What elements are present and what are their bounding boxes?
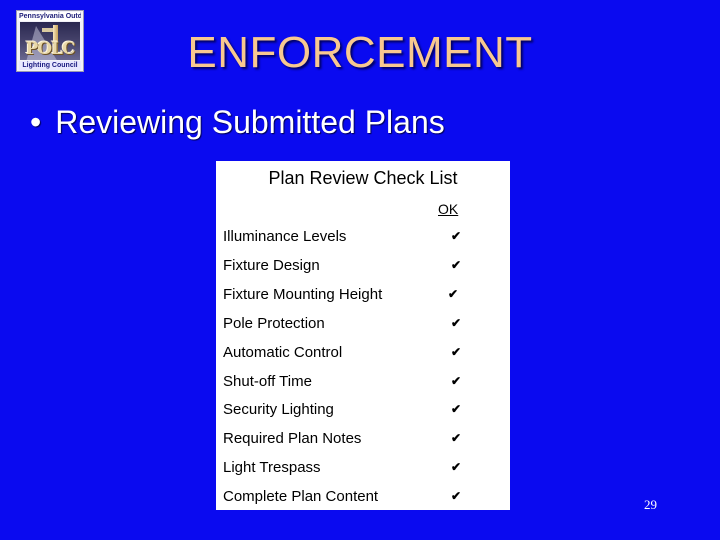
checkmark-icon: ✔ [451,229,462,243]
checkmark-icon: ✔ [451,431,462,446]
checkmark-icon: ✔ [451,257,462,272]
bullet-dot-icon: • [30,104,42,140]
checkmark-icon: ✔ [451,344,462,359]
checkmark-icon: ✔ [451,373,462,388]
bullet-text: Reviewing Submitted Plans [55,104,445,140]
logo-top-text: Pennsylvania Outdoor [19,12,81,21]
slide-title: ENFORCEMENT [187,28,533,77]
page-number: 29 [644,497,657,512]
checklist-row: Fixture Design ✔ [223,257,503,281]
checklist-item-label: Security Lighting [223,401,334,419]
checklist-row: Light Trespass ✔ [223,459,503,483]
checklist-item-label: Required Plan Notes [223,430,362,448]
checklist-item-label: Shut-off Time [223,372,312,390]
checklist-title: Plan Review Check List [268,168,458,188]
checklist-item-label: Pole Protection [223,314,325,332]
checklist-row: Pole Protection ✔ [223,315,503,339]
checkmark-icon: ✔ [451,460,462,475]
checklist-row: Complete Plan Content ✔ [223,488,503,512]
checklist-item-label: Fixture Mounting Height [223,285,383,303]
checklist-item-label: Complete Plan Content [223,488,379,506]
checklist-row: Automatic Control ✔ [223,344,503,368]
checklist-row: Illuminance Levels ✔ [223,228,503,252]
checkmark-icon: ✔ [451,315,462,330]
checklist-item-label: Fixture Design [223,256,320,274]
checklist-row: Shut-off Time ✔ [223,373,503,397]
checkmark-icon: ✔ [451,489,462,504]
plan-review-checklist: Plan Review Check List OK Illuminance Le… [216,161,510,510]
checklist-item-label: Light Trespass [223,459,321,477]
checkmark-icon: ✔ [451,402,462,417]
bullet-point: • Reviewing Submitted Plans [30,104,445,141]
checklist-item-label: Illuminance Levels [223,228,347,245]
checklist-row: Security Lighting ✔ [223,401,503,425]
ok-column-header: OK [438,201,459,217]
checklist-row: Required Plan Notes ✔ [223,430,503,454]
checklist-item-label: Automatic Control [223,343,343,361]
checklist-row: Fixture Mounting Height ✔ [223,286,503,310]
checkmark-icon: ✔ [448,286,459,301]
